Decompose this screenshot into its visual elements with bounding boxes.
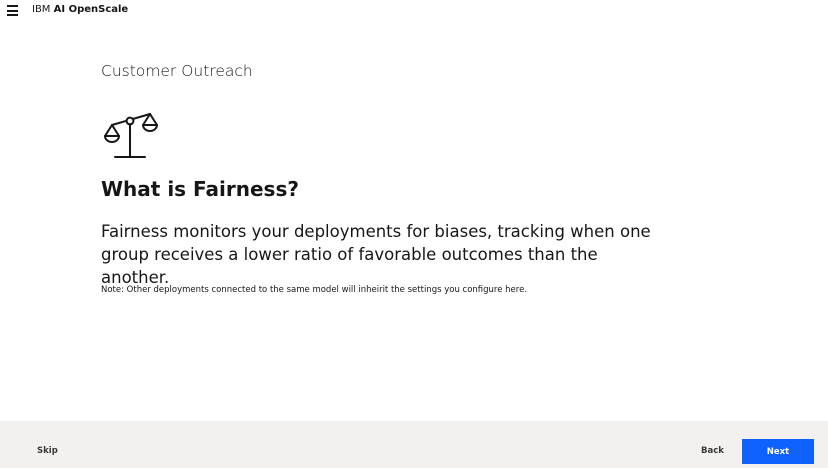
brand-name: AI OpenScale xyxy=(53,4,129,15)
description-text: Fairness monitors your deployments for b… xyxy=(101,222,651,287)
footer-bar: Skip Back Next xyxy=(0,421,828,468)
product-brand[interactable]: IBM AI OpenScale xyxy=(32,4,128,16)
note-text: Note: Other deployments connected to the… xyxy=(101,285,528,295)
back-button[interactable]: Back xyxy=(701,446,724,457)
next-button[interactable]: Next xyxy=(742,439,814,464)
hamburger-menu-icon[interactable] xyxy=(7,5,18,16)
page-title: What is Fairness? xyxy=(101,177,299,201)
brand-prefix: IBM xyxy=(32,4,51,15)
balance-scale-icon xyxy=(104,113,158,158)
top-bar: IBM AI OpenScale xyxy=(0,0,828,22)
skip-button[interactable]: Skip xyxy=(37,446,58,457)
page-subtitle: Customer Outreach xyxy=(101,62,253,80)
